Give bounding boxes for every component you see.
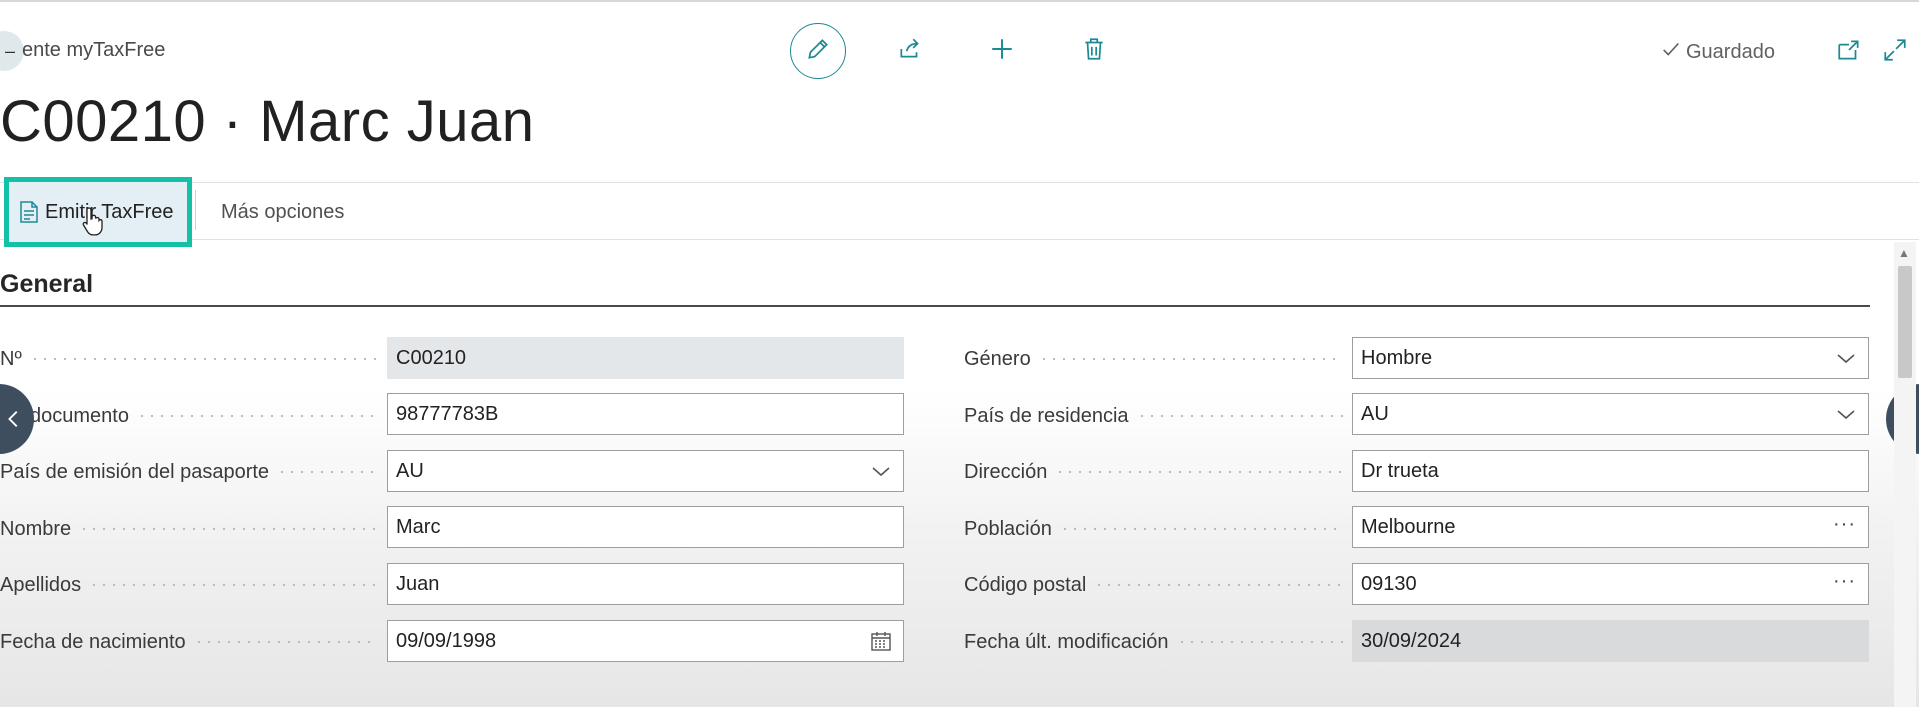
pencil-icon [805,36,831,67]
lookup-ellipsis-icon[interactable]: ··· [1833,570,1856,593]
page-actions [790,23,1158,79]
hand-cursor-icon [82,206,104,236]
share-icon [897,36,923,67]
open-new-window-button[interactable] [1836,37,1862,68]
pais-emision-pasaporte-select[interactable]: AU [387,450,904,492]
label-apellidos: Apellidos [0,564,385,606]
label-nombre: Nombre [0,508,385,550]
more-options-button[interactable]: Más opciones [221,201,344,224]
scrollbar-thumb[interactable] [1898,266,1912,378]
breadcrumb[interactable]: ente myTaxFree [22,39,165,62]
fecha-nacimiento-input[interactable]: 09/09/1998 [387,620,904,662]
codigo-postal-input[interactable]: 09130 ··· [1352,563,1869,605]
open-new-window-icon [1836,40,1862,67]
command-separator [195,190,196,230]
fecha-ult-modificacion-field: 30/09/2024 [1352,620,1869,662]
calendar-icon[interactable] [869,629,893,653]
saved-label: Guardado [1686,40,1775,63]
numero-field: C00210 [387,337,904,379]
section-title-general[interactable]: General [0,270,93,299]
page-title: C00210 · Marc Juan [0,89,535,154]
label-numero: Nº [0,338,385,380]
label-direccion: Dirección [964,451,1351,493]
share-button[interactable] [882,23,938,79]
label-poblacion: Población [964,508,1351,550]
chevron-down-icon [1834,402,1858,426]
poblacion-input[interactable]: Melbourne ··· [1352,506,1869,548]
genero-select[interactable]: Hombre [1352,337,1869,379]
new-button[interactable] [974,23,1030,79]
label-documento: documento [0,395,385,437]
emitir-taxfree-label: Emitir TaxFree [45,200,174,223]
chevron-down-icon [869,459,893,483]
nombre-input[interactable]: Marc [387,506,904,548]
chevron-left-icon [3,408,25,430]
label-genero: Género [964,338,1351,380]
top-border [0,0,1919,2]
section-divider [0,305,1870,307]
check-icon [1660,38,1682,66]
label-pais-emision-pasaporte: País de emisión del pasaporte [0,451,385,493]
label-codigo-postal: Código postal [964,564,1351,606]
scroll-up-icon[interactable]: ▲ [1898,246,1910,260]
lookup-ellipsis-icon[interactable]: ··· [1833,513,1856,536]
expand-button[interactable] [1882,37,1908,68]
expand-icon [1882,39,1908,67]
label-fecha-nacimiento: Fecha de nacimiento [0,621,385,663]
pais-residencia-select[interactable]: AU [1352,393,1869,435]
plus-icon [989,36,1015,67]
documento-input[interactable]: 98777783B [387,393,904,435]
saved-status: Guardado [1660,38,1775,66]
trash-icon [1081,36,1107,67]
chevron-down-icon [1834,346,1858,370]
delete-button[interactable] [1066,23,1122,79]
back-button[interactable]: – [0,31,24,71]
edit-button[interactable] [790,23,846,79]
apellidos-input[interactable]: Juan [387,563,904,605]
label-pais-residencia: País de residencia [964,395,1351,437]
document-icon [18,200,40,224]
direccion-input[interactable]: Dr trueta [1352,450,1869,492]
arrow-left-icon: – [4,40,15,61]
label-fecha-ult-modificacion: Fecha últ. modificación [964,621,1351,663]
